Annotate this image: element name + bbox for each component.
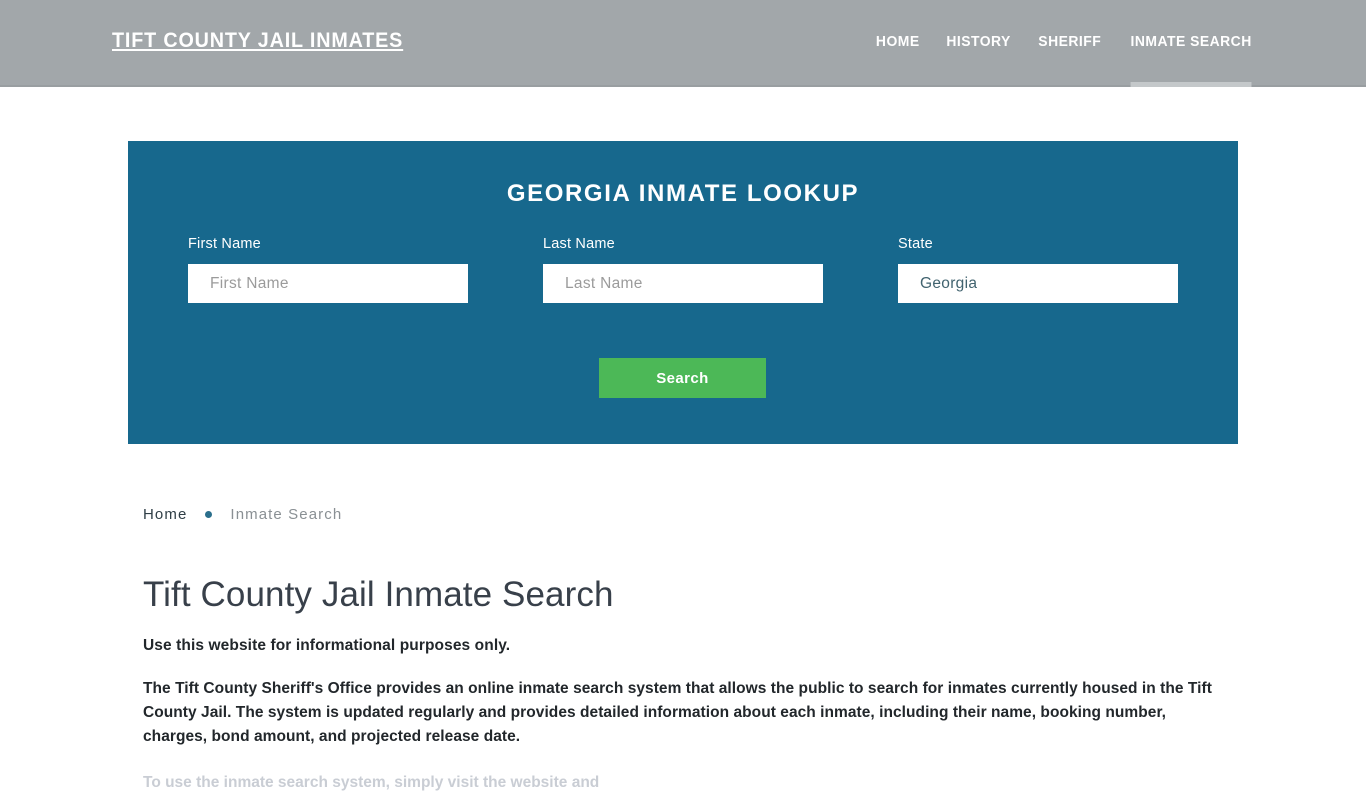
first-name-field-group: First Name bbox=[188, 236, 468, 303]
next-paragraph-partial: To use the inmate search system, simply … bbox=[143, 774, 600, 791]
first-name-label: First Name bbox=[188, 236, 261, 252]
breadcrumb-current-page: Inmate Search bbox=[230, 506, 343, 523]
nav-item-sheriff[interactable]: SHERIFF bbox=[1039, 0, 1102, 87]
state-input[interactable] bbox=[898, 264, 1178, 303]
first-name-input[interactable] bbox=[188, 264, 468, 303]
site-brand-logo[interactable]: TIFT COUNTY JAIL INMATES bbox=[112, 29, 403, 53]
lookup-panel-title: GEORGIA INMATE LOOKUP bbox=[506, 180, 860, 207]
last-name-label: Last Name bbox=[543, 236, 615, 252]
breadcrumb: Home Inmate Search bbox=[143, 470, 1213, 523]
header-inner: TIFT COUNTY JAIL INMATES HOME HISTORY SH… bbox=[0, 0, 1366, 87]
nav-item-inmate-search[interactable]: INMATE SEARCH bbox=[1130, 0, 1252, 87]
lead-disclaimer-text: Use this website for informational purpo… bbox=[143, 637, 511, 654]
main-navigation: HOME HISTORY SHERIFF INMATE SEARCH bbox=[850, 0, 1254, 87]
last-name-input[interactable] bbox=[543, 264, 823, 303]
page-title: Tift County Jail Inmate Search bbox=[143, 575, 614, 614]
inmate-lookup-panel: GEORGIA INMATE LOOKUP First Name Last Na… bbox=[128, 141, 1238, 444]
main-content: Home Inmate Search Tift County Jail Inma… bbox=[143, 470, 1213, 795]
site-header: TIFT COUNTY JAIL INMATES HOME HISTORY SH… bbox=[0, 0, 1366, 87]
state-label: State bbox=[898, 236, 933, 252]
intro-paragraph: The Tift County Sheriff's Office provide… bbox=[143, 680, 1212, 745]
search-button[interactable]: Search bbox=[599, 358, 766, 398]
state-field-group: State bbox=[898, 236, 1178, 303]
nav-item-history[interactable]: HISTORY bbox=[946, 0, 1010, 87]
nav-item-home[interactable]: HOME bbox=[875, 0, 919, 87]
last-name-field-group: Last Name bbox=[543, 236, 823, 303]
breadcrumb-home-link[interactable]: Home bbox=[143, 506, 187, 523]
breadcrumb-separator-dot-icon bbox=[205, 511, 213, 518]
